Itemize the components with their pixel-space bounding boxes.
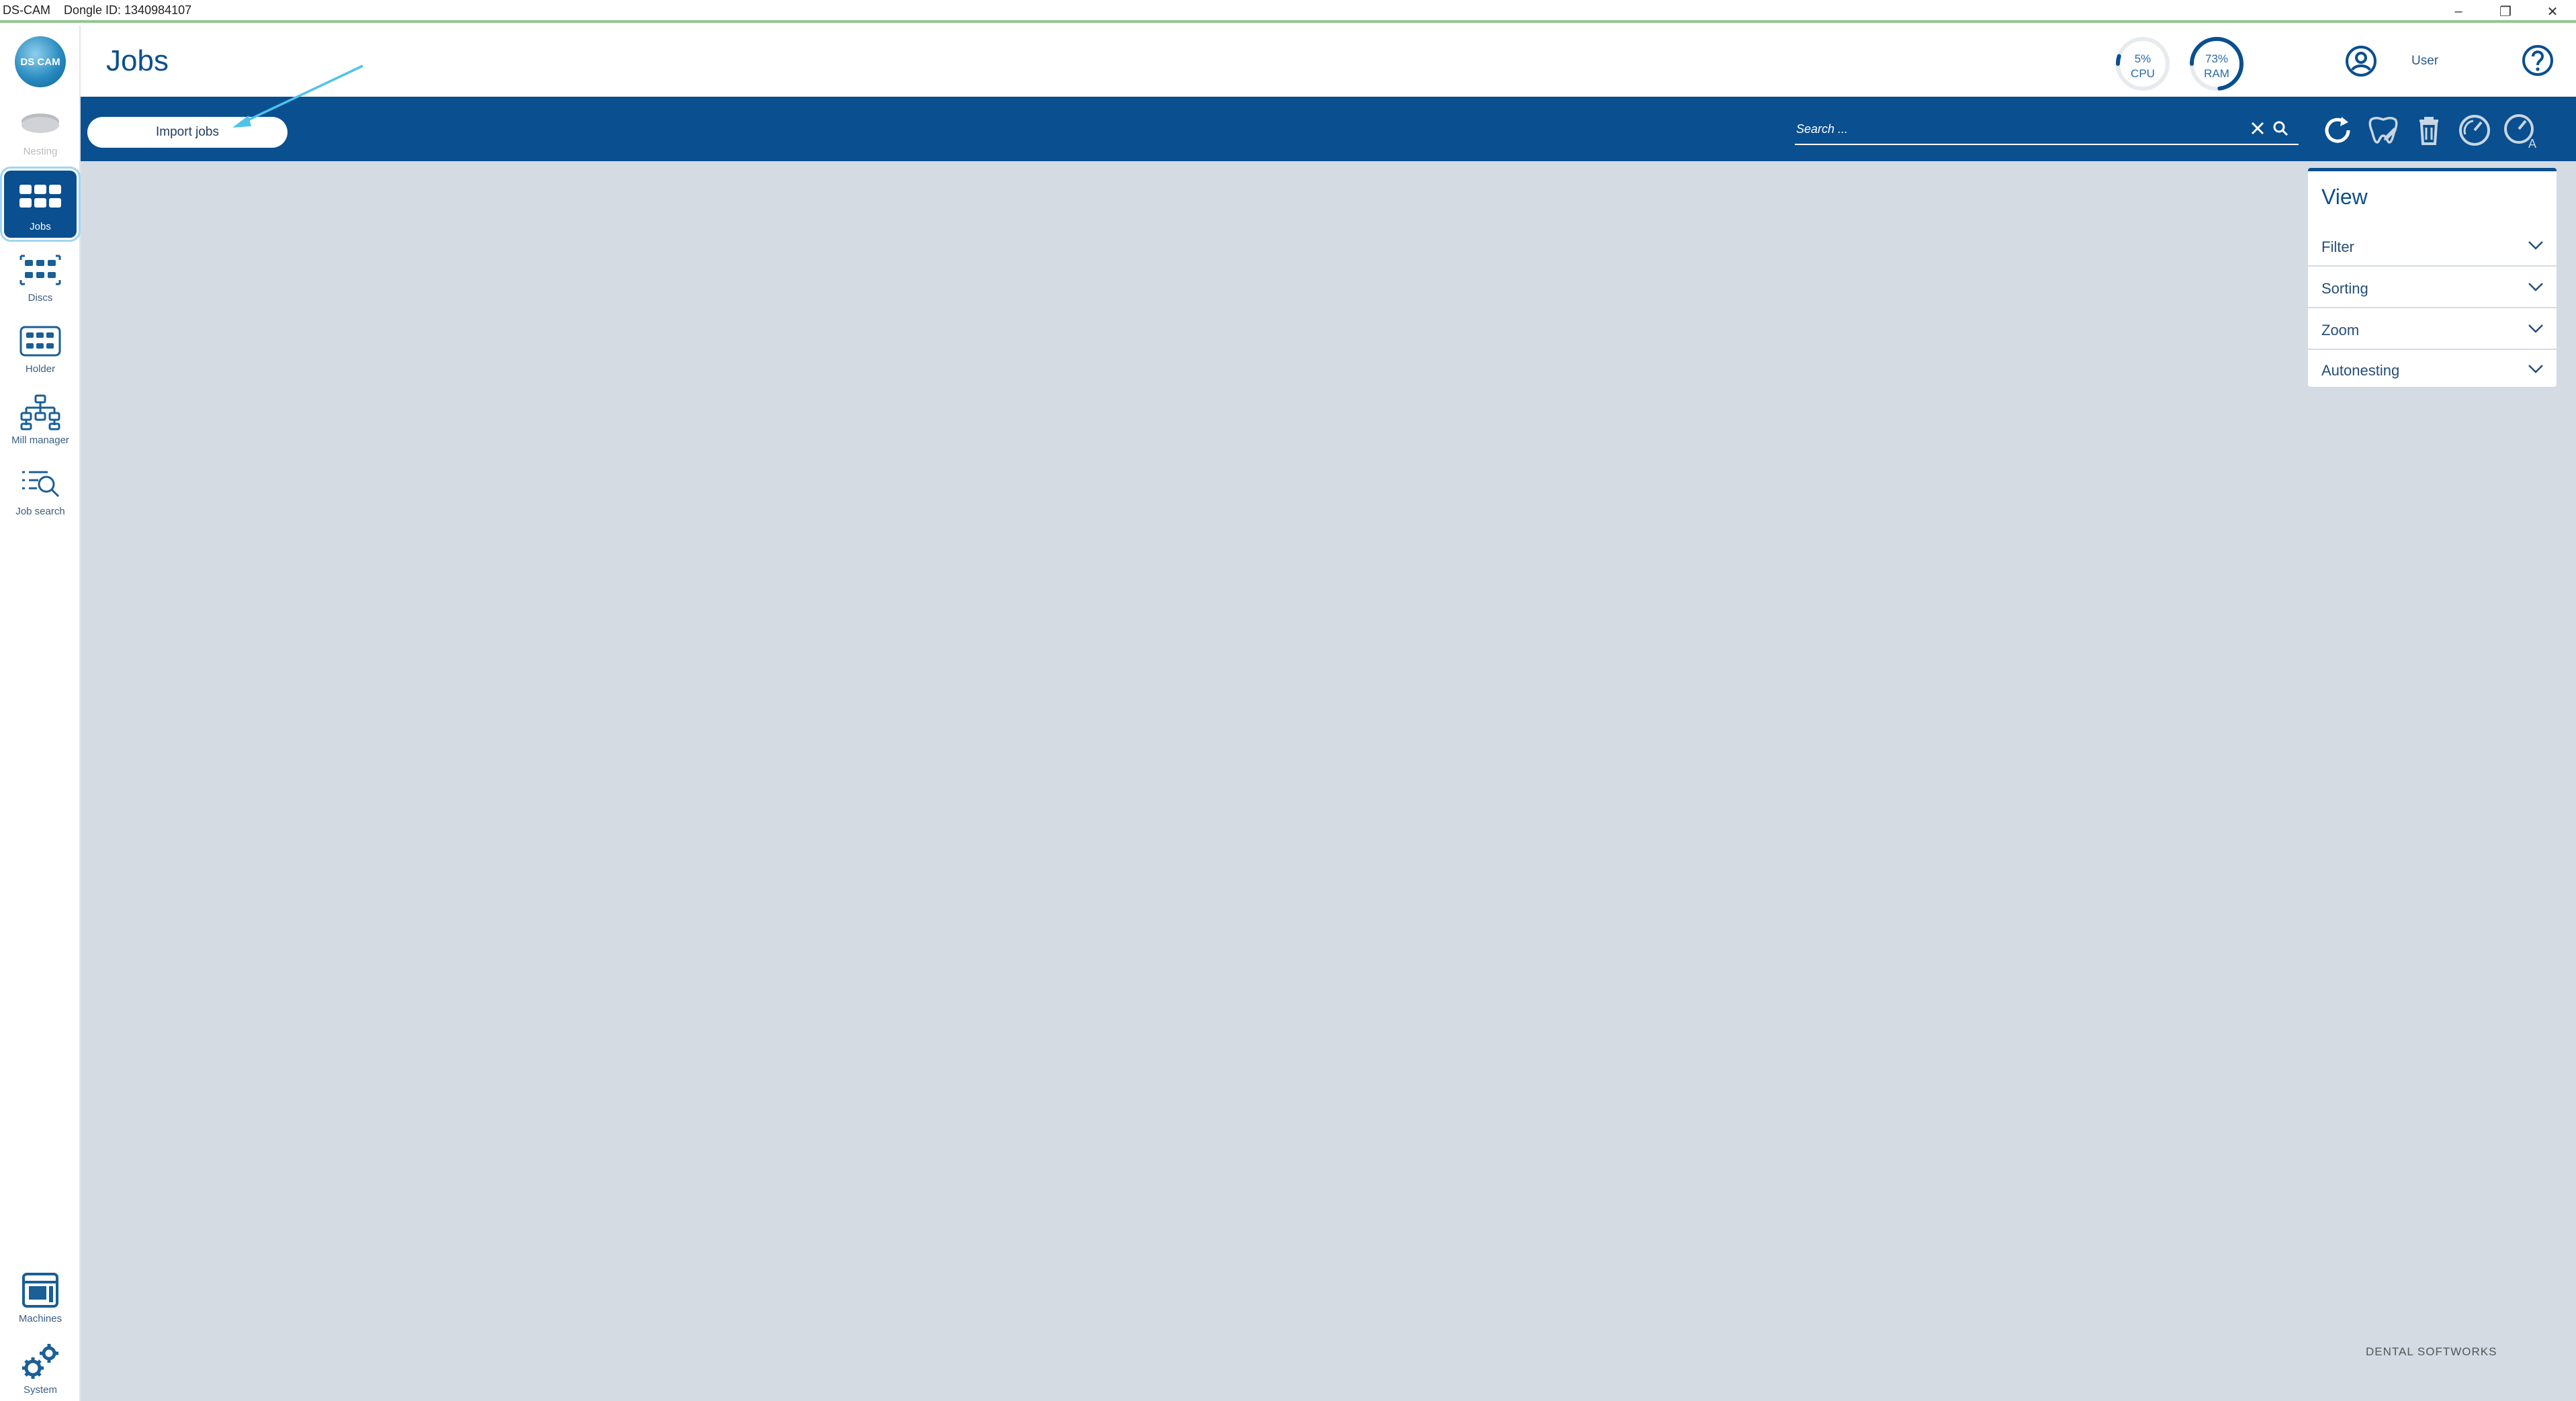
sidebar-item-label: Discs bbox=[28, 292, 53, 304]
annotation-arrow-icon bbox=[232, 64, 363, 128]
window-title-bar: DS-CAM Dongle ID: 1340984107 – ❐ ✕ bbox=[0, 0, 2576, 23]
main-toolbar: Import jobs A bbox=[81, 97, 2576, 161]
search-box bbox=[1795, 114, 2299, 145]
minimize-button[interactable]: – bbox=[2435, 0, 2482, 23]
sidebar-item-jobs[interactable]: Jobs bbox=[0, 167, 81, 242]
cpu-value: 5% bbox=[2134, 52, 2151, 65]
view-panel-title: View bbox=[2321, 185, 2368, 209]
disc-icon bbox=[21, 114, 59, 133]
sidebar-item-label: Machines bbox=[18, 1313, 62, 1324]
dental-softworks-brand: DENTAL SOFTWORKS bbox=[2366, 1345, 2497, 1358]
sidebar-item-label: Nesting bbox=[23, 146, 58, 157]
chevron-down-icon bbox=[2528, 324, 2543, 333]
view-row-autonesting[interactable]: Autonesting bbox=[2308, 350, 2557, 390]
view-row-sorting[interactable]: Sorting bbox=[2308, 268, 2557, 308]
refresh-icon[interactable] bbox=[2319, 111, 2356, 149]
sidebar-item-label: Jobs bbox=[30, 221, 51, 232]
machines-icon bbox=[22, 1273, 58, 1308]
page-title: Jobs bbox=[106, 44, 169, 77]
chevron-down-icon bbox=[2528, 365, 2543, 373]
sidebar-item-job-search[interactable]: Job search bbox=[4, 455, 77, 523]
view-panel: View Filter Sorting Zoom Autonesting bbox=[2308, 168, 2557, 387]
page-header: Jobs 5% CPU 73% RAM User bbox=[81, 26, 2576, 97]
jobs-grid-icon bbox=[19, 185, 61, 208]
sidebar-item-nesting[interactable]: Nesting bbox=[4, 95, 77, 163]
holder-icon bbox=[19, 326, 61, 357]
cpu-gauge: 5% CPU bbox=[2113, 34, 2173, 94]
discs-icon bbox=[19, 255, 61, 285]
sidebar-item-discs[interactable]: Discs bbox=[4, 242, 77, 309]
view-row-filter[interactable]: Filter bbox=[2308, 226, 2557, 267]
window-controls: – ❐ ✕ bbox=[2435, 0, 2576, 23]
gauge-auto-icon[interactable]: A bbox=[2501, 111, 2539, 149]
view-row-label: Sorting bbox=[2321, 280, 2368, 297]
tooth-edit-icon[interactable] bbox=[2364, 111, 2402, 149]
user-name[interactable]: User bbox=[2411, 54, 2438, 69]
help-icon[interactable] bbox=[2520, 43, 2555, 78]
chevron-down-icon bbox=[2528, 241, 2543, 250]
clear-search-icon[interactable] bbox=[2249, 120, 2266, 137]
sidebar-item-mill-manager[interactable]: Mill manager bbox=[4, 384, 77, 451]
cpu-label: CPU bbox=[2131, 67, 2155, 80]
job-search-icon bbox=[22, 471, 60, 498]
jobs-workspace[interactable] bbox=[81, 161, 2576, 1401]
sidebar-item-label: System bbox=[23, 1384, 57, 1396]
ram-gauge: 73% RAM bbox=[2186, 34, 2247, 94]
view-row-zoom[interactable]: Zoom bbox=[2308, 310, 2557, 350]
chevron-down-icon bbox=[2528, 283, 2543, 291]
gears-icon bbox=[22, 1344, 58, 1379]
search-input[interactable] bbox=[1795, 117, 2238, 141]
view-row-label: Filter bbox=[2321, 238, 2354, 255]
sidebar-item-system[interactable]: System bbox=[4, 1334, 77, 1401]
sidebar-item-label: Holder bbox=[25, 363, 56, 375]
sidebar-item-label: Job search bbox=[15, 506, 65, 517]
view-row-label: Autonesting bbox=[2321, 362, 2400, 379]
window-title: DS-CAM Dongle ID: 1340984107 bbox=[3, 3, 192, 17]
view-row-label: Zoom bbox=[2321, 322, 2360, 338]
restore-button[interactable]: ❐ bbox=[2482, 0, 2529, 23]
close-window-button[interactable]: ✕ bbox=[2529, 0, 2576, 23]
ram-label: RAM bbox=[2204, 67, 2229, 80]
left-sidebar: DS CAM Nesting Jobs Discs Holder Mill ma… bbox=[0, 26, 81, 1401]
trash-icon[interactable] bbox=[2410, 111, 2448, 149]
ds-cam-logo[interactable]: DS CAM bbox=[15, 36, 66, 87]
ram-value: 73% bbox=[2205, 52, 2229, 65]
search-icon[interactable] bbox=[2272, 120, 2289, 137]
gauge-icon[interactable] bbox=[2456, 111, 2493, 149]
svg-text:A: A bbox=[2528, 137, 2536, 149]
sidebar-item-holder[interactable]: Holder bbox=[4, 313, 77, 380]
user-account-icon[interactable] bbox=[2344, 44, 2378, 78]
sidebar-item-label: Mill manager bbox=[11, 435, 69, 446]
sidebar-item-machines[interactable]: Machines bbox=[4, 1263, 77, 1330]
mill-manager-icon bbox=[20, 394, 60, 431]
